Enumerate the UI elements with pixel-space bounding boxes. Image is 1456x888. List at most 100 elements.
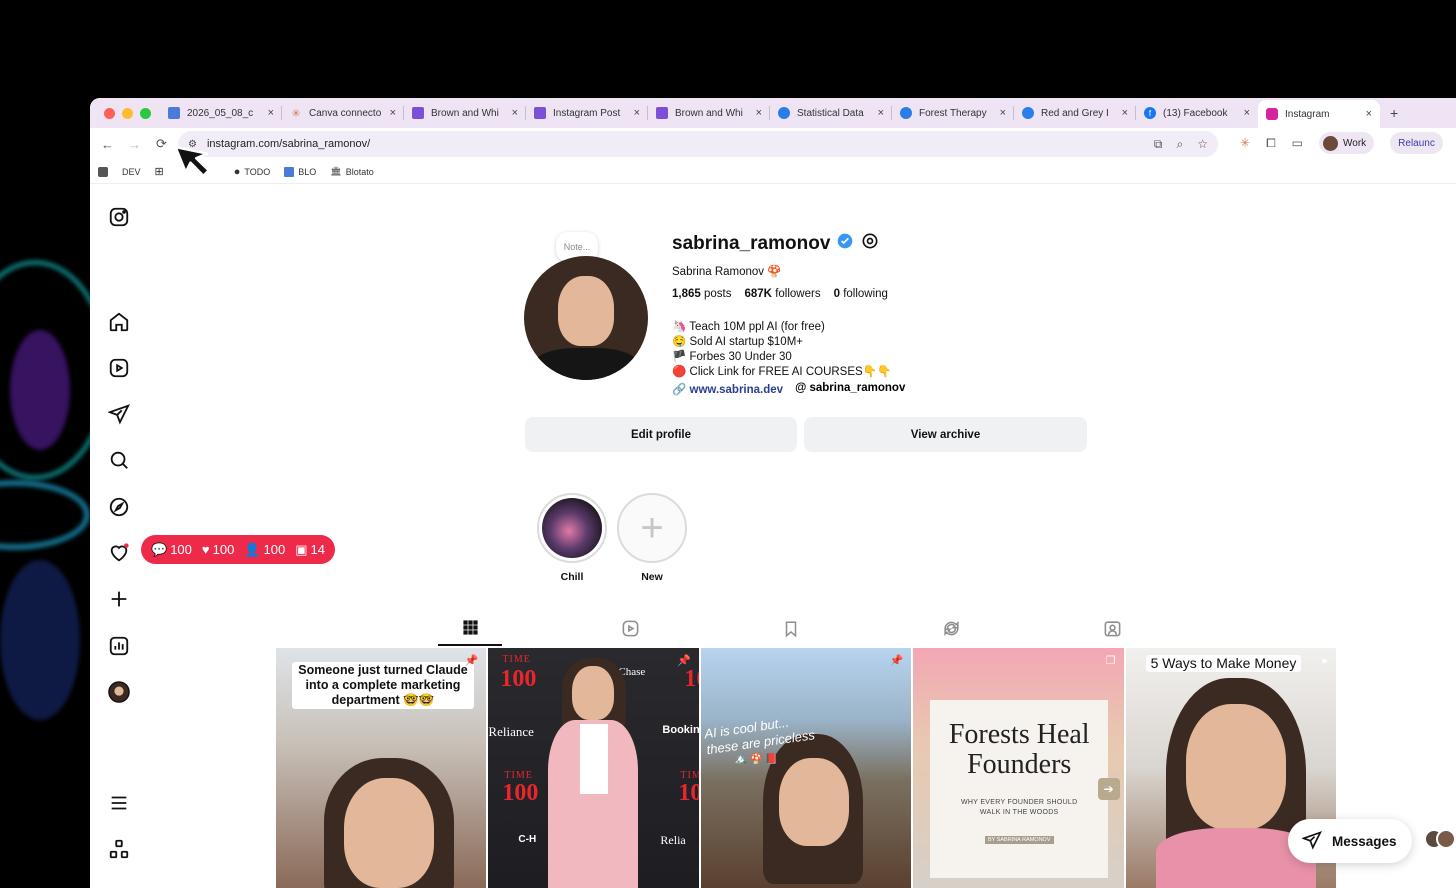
direct-send-icon[interactable] [107, 403, 130, 425]
post-tile[interactable]: TIME 100 TIME 100 Chase Reliance Bookin … [488, 648, 699, 888]
wallpaper-glow [0, 560, 80, 720]
profile-picture[interactable] [524, 256, 648, 380]
username-text: sabrina_ramonov [672, 233, 831, 254]
messages-button[interactable]: Messages [1288, 819, 1412, 863]
profile-chip[interactable]: Work [1319, 132, 1375, 154]
browser-tab[interactable]: Brown and Whi × [404, 98, 526, 128]
minimize-window-button[interactable] [122, 107, 133, 119]
maximize-window-button[interactable] [140, 107, 151, 119]
tab-title: Canva connecto [309, 107, 381, 119]
tab-tagged[interactable] [1080, 616, 1144, 646]
instagram-sidebar [90, 186, 150, 888]
browser-tab[interactable]: 2026_05_08_c × [160, 98, 282, 128]
bookmark-label: DEV [122, 166, 141, 177]
url-text: instagram.com/sabrina_ramonov/ [206, 138, 371, 150]
messages-avatars[interactable] [1424, 829, 1456, 851]
tab-reels[interactable] [599, 616, 663, 646]
bookmark-blo[interactable]: BLO [284, 166, 316, 177]
relaunch-label: Relaunc [1398, 137, 1435, 149]
close-tab-icon[interactable]: × [268, 107, 274, 119]
instagram-logo-icon[interactable] [108, 206, 130, 228]
search-icon[interactable] [108, 449, 130, 471]
highlight-chill[interactable]: Chill [537, 493, 607, 583]
browser-tab-active[interactable]: Instagram × [1258, 100, 1380, 128]
close-tab-icon[interactable]: × [512, 107, 518, 119]
browser-tab[interactable]: Instagram Post × [526, 98, 648, 128]
card-byline: BY SABRINA RAMONOV [984, 836, 1054, 844]
tab-saved[interactable] [759, 616, 823, 646]
direct-send-icon [1301, 830, 1322, 853]
side-panel-icon[interactable]: ▭ [1292, 136, 1303, 150]
insights-icon[interactable] [108, 635, 130, 657]
relaunch-button[interactable]: Relaunc [1390, 132, 1443, 154]
browser-tab[interactable]: Forest Therapy × [892, 98, 1014, 128]
tab-reposts[interactable] [920, 616, 984, 646]
canva-icon [412, 107, 424, 119]
next-arrow-icon[interactable]: ➔ [1097, 778, 1120, 800]
close-tab-icon[interactable]: × [1122, 107, 1128, 119]
menu-icon[interactable] [108, 792, 130, 814]
close-tab-icon[interactable]: × [1366, 108, 1372, 120]
browser-tab[interactable]: Red and Grey I × [1014, 98, 1136, 128]
website-link[interactable]: 🔗 www.sabrina.dev [672, 382, 783, 396]
address-bar[interactable]: ⚙ instagram.com/sabrina_ramonov/ ⧉ ⌕ ☆ [178, 131, 1218, 157]
bookmark-apps[interactable]: ⊞ [155, 165, 164, 178]
browser-tab[interactable]: Statistical Data × [770, 98, 892, 128]
close-tab-icon[interactable]: × [1244, 107, 1250, 119]
extensions-icon[interactable]: ⧠ [1266, 136, 1276, 151]
toolbar-right: ✳ ⧠ ▭ Work Relaunc [1240, 132, 1443, 154]
bio-line: 🏴 Forbes 30 Under 30 [672, 351, 792, 363]
threads-link[interactable]: @ sabrina_ramonov [795, 382, 905, 396]
claude-extension-icon[interactable]: ✳ [1240, 136, 1250, 150]
bookmark-dev[interactable]: DEV [98, 166, 141, 177]
close-tab-icon[interactable]: × [878, 107, 884, 119]
install-app-icon[interactable]: ⧉ [1154, 137, 1163, 152]
close-tab-icon[interactable]: × [756, 107, 762, 119]
time-100-logo: 100 [502, 780, 539, 806]
close-window-button[interactable] [104, 107, 115, 119]
create-icon[interactable] [108, 588, 130, 610]
following-stat[interactable]: 0 following [834, 288, 888, 300]
bookmark-star-icon[interactable]: ☆ [1197, 137, 1208, 151]
explore-icon[interactable] [108, 496, 130, 518]
close-tab-icon[interactable]: × [390, 107, 396, 119]
post-tile[interactable]: Someone just turned Claude into a comple… [276, 648, 487, 888]
forward-button[interactable]: → [121, 137, 148, 152]
website-text: www.sabrina.dev [689, 384, 784, 396]
bookmark-todo[interactable]: ● TODO [234, 166, 271, 178]
settings-gear-icon[interactable] [860, 231, 880, 257]
browser-tab[interactable]: f (13) Facebook × [1136, 98, 1258, 128]
card-title: Forests Heal Founders [948, 719, 1090, 780]
back-button[interactable]: ← [94, 137, 121, 152]
reload-button[interactable]: ⟳ [148, 136, 175, 152]
profile-shoulders [534, 348, 638, 380]
zoom-icon[interactable]: ⌕ [1177, 137, 1184, 152]
close-tab-icon[interactable]: × [634, 107, 640, 119]
following-count: 0 [833, 288, 840, 300]
address-bar-actions: ⧉ ⌕ ☆ [1154, 131, 1218, 157]
close-tab-icon[interactable]: × [1000, 107, 1006, 119]
mouse-cursor-icon [174, 138, 226, 189]
comments-count: 💬 100 [151, 542, 192, 558]
post-tile[interactable]: Forests Heal Founders WHY EVERY FOUNDER … [913, 648, 1124, 888]
profile-avatar-icon[interactable] [108, 681, 130, 703]
highlight-new[interactable]: + New [617, 493, 687, 583]
browser-tab[interactable]: Brown and Whi × [648, 98, 770, 128]
post-card: Forests Heal Founders WHY EVERY FOUNDER … [930, 700, 1109, 878]
followers-stat[interactable]: 687K followers [744, 288, 820, 300]
view-archive-button[interactable]: View archive [804, 417, 1087, 452]
bookmark-blotato[interactable]: 🏛 Blotato [330, 166, 373, 177]
home-icon[interactable] [108, 311, 130, 333]
heart-icon[interactable] [108, 542, 130, 564]
profile-full-name: Sabrina Ramonov 🍄 [672, 266, 782, 278]
browser-tab[interactable]: ✳ Canva connecto × [282, 98, 404, 128]
post-grid: Someone just turned Claude into a comple… [276, 648, 1337, 888]
new-tab-button[interactable]: + [1380, 105, 1398, 121]
comments-value: 100 [170, 542, 192, 557]
reels-icon[interactable] [108, 357, 130, 379]
post-tile[interactable]: AI is cool but... these are priceless 🏔️… [700, 648, 912, 888]
more-apps-icon[interactable] [108, 838, 130, 860]
activity-notification-pill[interactable]: 💬 100 ♥ 100 👤 100 ▣ 14 [141, 535, 335, 564]
tab-posts[interactable] [438, 616, 502, 646]
edit-profile-button[interactable]: Edit profile [525, 417, 797, 452]
